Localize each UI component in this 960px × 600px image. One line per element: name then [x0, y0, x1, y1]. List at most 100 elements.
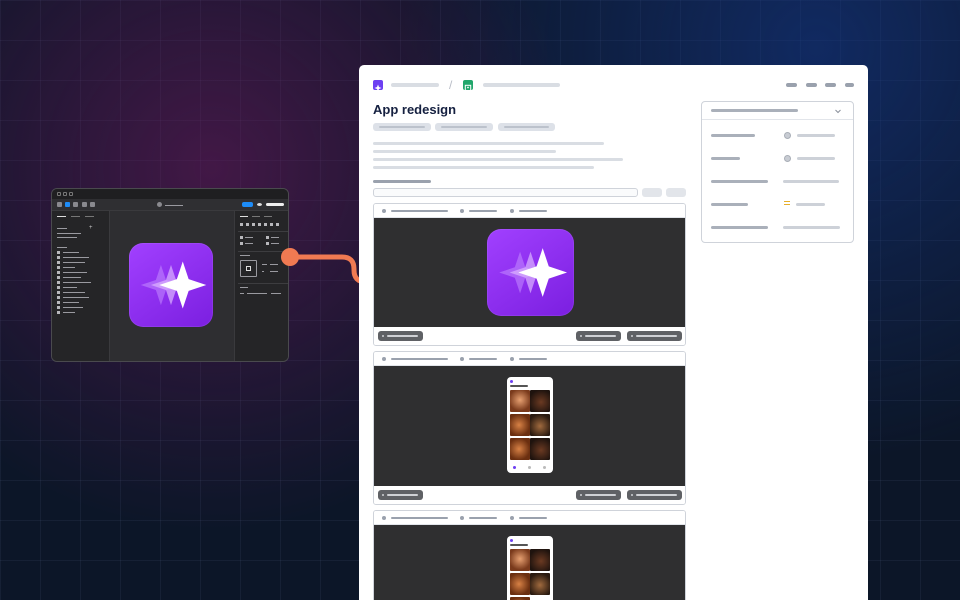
- layer-item[interactable]: [63, 267, 75, 268]
- align-icon[interactable]: [258, 223, 261, 226]
- project-breadcrumb[interactable]: [483, 83, 560, 87]
- design-tab[interactable]: [240, 216, 248, 217]
- file-chip[interactable]: [378, 490, 423, 500]
- document-panel: / App redesign: [359, 65, 868, 600]
- property-value[interactable]: [797, 157, 835, 160]
- constraint-field[interactable]: [262, 271, 264, 272]
- align-icon[interactable]: [240, 223, 243, 226]
- property-value[interactable]: [797, 134, 835, 137]
- layer-item[interactable]: [63, 277, 81, 278]
- blend-field[interactable]: [240, 293, 244, 294]
- layer-icon: [57, 251, 60, 254]
- card-preview[interactable]: [374, 525, 685, 600]
- layer-item[interactable]: [63, 312, 75, 313]
- page-item[interactable]: [57, 233, 81, 234]
- constraint-field[interactable]: [262, 264, 267, 265]
- property-value[interactable]: [796, 203, 825, 206]
- attachment-card[interactable]: [373, 203, 686, 346]
- sparkle-logo-icon[interactable]: [373, 80, 383, 92]
- pages-tab[interactable]: [85, 216, 94, 217]
- view-button[interactable]: [576, 490, 621, 500]
- align-icon[interactable]: [246, 223, 249, 226]
- w-field[interactable]: [245, 243, 253, 244]
- toolbar-action[interactable]: [806, 83, 817, 87]
- properties-header[interactable]: [702, 102, 853, 120]
- view-button[interactable]: [576, 331, 621, 341]
- layer-item[interactable]: [63, 252, 79, 253]
- share-button[interactable]: [242, 202, 253, 207]
- label-tag[interactable]: [373, 123, 431, 131]
- status-select[interactable]: [711, 109, 798, 112]
- property-value[interactable]: [783, 180, 839, 183]
- meta-dot: [460, 516, 464, 520]
- card-header: [374, 511, 685, 525]
- contact-card-icon[interactable]: [463, 80, 473, 92]
- x-field[interactable]: [245, 237, 253, 238]
- filter-button[interactable]: [642, 188, 662, 197]
- layer-item[interactable]: [63, 302, 79, 303]
- description-line: [373, 158, 623, 161]
- file-chip[interactable]: [378, 331, 423, 341]
- editor-canvas[interactable]: [110, 211, 234, 361]
- priority-medium-icon: [784, 201, 790, 206]
- label-tag[interactable]: [498, 123, 555, 131]
- align-icon[interactable]: [264, 223, 267, 226]
- tool-icon[interactable]: [57, 202, 62, 207]
- file-name: [165, 205, 183, 206]
- card-meta: [519, 517, 547, 519]
- align-icon[interactable]: [270, 223, 273, 226]
- align-icon[interactable]: [252, 223, 255, 226]
- more-actions[interactable]: [845, 83, 854, 87]
- layer-item[interactable]: [63, 272, 87, 273]
- photo-thumbnail: [510, 573, 530, 595]
- layer-item[interactable]: [63, 262, 85, 263]
- workspace-breadcrumb[interactable]: [391, 83, 439, 87]
- card-preview[interactable]: [374, 218, 685, 327]
- frame-tool-icon[interactable]: [73, 202, 78, 207]
- zoom-readout[interactable]: [266, 203, 284, 206]
- layer-item[interactable]: [63, 307, 83, 308]
- inspect-tab[interactable]: [264, 216, 272, 217]
- play-icon[interactable]: [257, 203, 262, 206]
- file-icon: [157, 202, 162, 207]
- sparkle-stars-icon[interactable]: [129, 243, 213, 327]
- open-button[interactable]: [627, 490, 682, 500]
- assets-tab[interactable]: [71, 216, 80, 217]
- text-tool-icon[interactable]: [90, 202, 95, 207]
- card-meta: [519, 210, 547, 212]
- chevron-down-icon[interactable]: [834, 107, 842, 115]
- move-tool-icon[interactable]: [65, 202, 70, 207]
- window-control[interactable]: [69, 192, 73, 196]
- window-control[interactable]: [57, 192, 61, 196]
- open-button[interactable]: [627, 331, 682, 341]
- page-item[interactable]: [57, 237, 77, 238]
- attachment-card[interactable]: [373, 351, 686, 505]
- prototype-tab[interactable]: [252, 216, 260, 217]
- card-preview[interactable]: [374, 366, 685, 486]
- layer-item[interactable]: [63, 297, 89, 298]
- layer-item[interactable]: [63, 287, 77, 288]
- constraints-center[interactable]: [246, 266, 251, 271]
- layer-icon: [57, 291, 60, 294]
- layer-item[interactable]: [63, 257, 89, 258]
- layer-icon: [57, 301, 60, 304]
- sort-button[interactable]: [666, 188, 686, 197]
- contact-card-graphic: [464, 84, 472, 92]
- toolbar-action[interactable]: [825, 83, 836, 87]
- comment-input[interactable]: [373, 188, 638, 197]
- attachment-card[interactable]: [373, 510, 686, 600]
- label-tag[interactable]: [435, 123, 493, 131]
- property-value[interactable]: [783, 226, 840, 229]
- w-field-icon: [240, 242, 243, 245]
- layer-item[interactable]: [63, 292, 85, 293]
- x-field-icon: [240, 236, 243, 239]
- add-page-icon[interactable]: +: [89, 225, 93, 231]
- align-icon[interactable]: [276, 223, 279, 226]
- toolbar-action[interactable]: [786, 83, 797, 87]
- shape-tool-icon[interactable]: [82, 202, 87, 207]
- opacity-field[interactable]: [247, 293, 267, 294]
- layer-item[interactable]: [63, 282, 91, 283]
- layers-label: [57, 247, 67, 248]
- layers-tab[interactable]: [57, 216, 66, 217]
- window-control[interactable]: [63, 192, 67, 196]
